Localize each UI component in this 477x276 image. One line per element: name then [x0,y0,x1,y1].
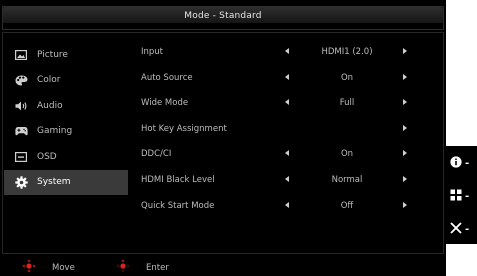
osd-menu: Mode - Standard Picture Color Audio Gami… [0,0,446,276]
sidebar-item-label: Gaming [37,126,73,137]
setting-label: Wide Mode [141,98,189,109]
sidebar-item-label: Picture [37,49,68,60]
sidebar-item-label: System [37,177,71,188]
hotkey-menu[interactable]: - [450,189,476,203]
gamepad-icon [14,125,28,137]
speaker-icon [14,100,28,112]
setting-label: Auto Source [141,72,193,83]
setting-row-hot-key-assignment[interactable]: Hot Key Assignment [141,120,421,146]
arrow-right-icon[interactable] [403,99,407,106]
footer-hints: Move Enter [0,258,446,276]
setting-value: HDMI1 (2.0) [321,47,373,57]
setting-value: Normal [331,174,363,185]
arrow-left-icon[interactable] [285,99,289,106]
menu-grid-icon [450,189,462,204]
hotkey-strip: - - - [446,146,477,244]
hotkey-close[interactable]: - [450,221,476,237]
sidebar-item-picture[interactable]: Picture [4,42,128,68]
sidebar-item-label: Color [37,75,61,86]
setting-value: Full [339,98,355,109]
setting-value: On [340,72,354,83]
setting-row-input[interactable]: Input HDMI1 (2.0) [141,43,421,69]
osd-screen-icon [14,151,28,163]
sidebar-item-osd[interactable]: OSD [4,144,128,170]
sidebar-item-label: OSD [37,151,57,162]
sidebar-item-gaming[interactable]: Gaming [4,119,128,145]
setting-row-auto-source[interactable]: Auto Source On [141,69,421,95]
setting-row-ddc-ci[interactable]: DDC/CI On [141,145,421,171]
page-title: Mode - Standard [184,11,262,21]
gear-icon [14,176,28,189]
info-icon [450,155,462,171]
move-hint-label: Move [52,263,75,273]
setting-value: Off [340,200,354,211]
arrow-left-icon[interactable] [285,73,289,80]
sidebar-item-system[interactable]: System [4,169,128,195]
picture-icon [14,49,28,61]
hotkey-info[interactable]: - [450,155,476,171]
hotkey-dash: - [465,223,470,235]
menu-header: Mode - Standard [2,6,444,30]
enter-hint-label: Enter [146,263,169,273]
hotkey-dash: - [465,190,470,202]
settings-list: Input HDMI1 (2.0) Auto Source On Wide Mo… [141,43,421,222]
arrow-right-icon[interactable] [403,124,407,131]
joystick-enter-icon [116,259,130,273]
sidebar-item-label: Audio [37,100,63,111]
setting-row-hdmi-black-level[interactable]: HDMI Black Level Normal [141,171,421,197]
setting-row-wide-mode[interactable]: Wide Mode Full [141,94,421,120]
setting-label: Hot Key Assignment [141,123,227,134]
sidebar-item-audio[interactable]: Audio [4,93,128,119]
arrow-left-icon[interactable] [285,150,289,157]
sidebar: Picture Color Audio Gaming OSD System [4,42,128,195]
sidebar-item-color[interactable]: Color [4,68,128,94]
arrow-right-icon[interactable] [403,48,407,54]
arrow-left-icon[interactable] [285,201,289,208]
arrow-right-icon[interactable] [403,73,407,80]
arrow-right-icon[interactable] [403,150,407,157]
hotkey-dash: - [465,157,470,169]
setting-row-quick-start-mode[interactable]: Quick Start Mode Off [141,197,421,223]
setting-label: Quick Start Mode [141,200,215,211]
color-palette-icon [14,74,28,86]
setting-label: DDC/CI [141,149,172,160]
arrow-right-icon[interactable] [403,201,407,208]
close-icon [450,221,462,237]
setting-value: On [340,149,354,160]
joystick-move-icon [22,259,36,273]
arrow-right-icon[interactable] [403,175,407,182]
arrow-left-icon[interactable] [285,48,289,54]
setting-label: Input [141,47,164,57]
setting-label: HDMI Black Level [141,174,215,185]
arrow-left-icon[interactable] [285,175,289,182]
